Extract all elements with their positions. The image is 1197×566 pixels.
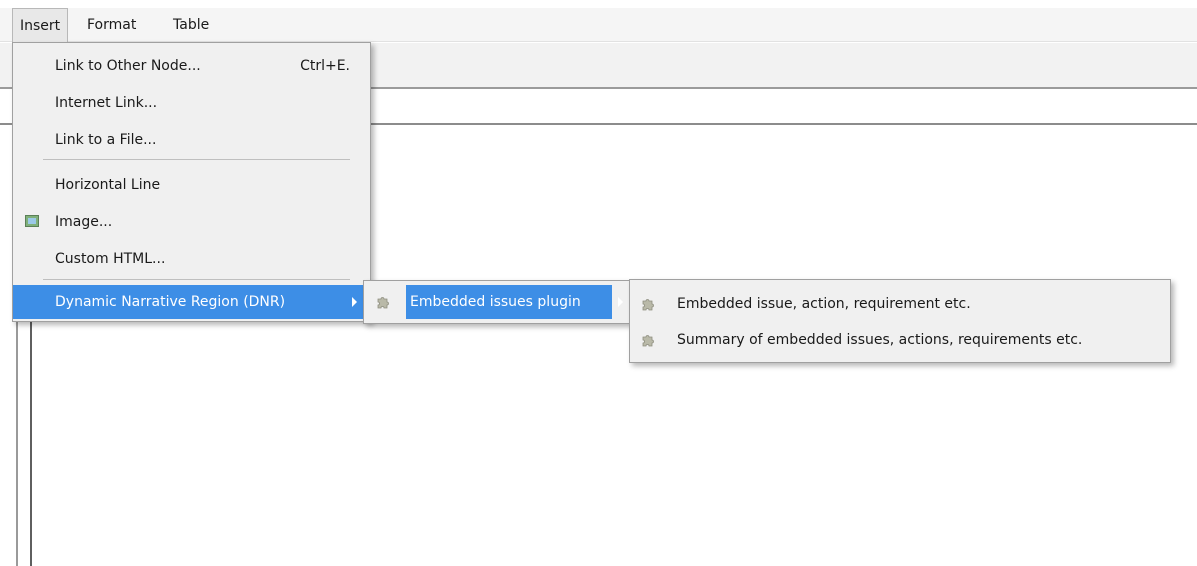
puzzle-icon bbox=[642, 335, 654, 347]
menu-item-embedded-issues-plugin[interactable]: Embedded issues plugin bbox=[364, 285, 630, 319]
menu-separator bbox=[43, 159, 350, 160]
menu-item-internet-link[interactable]: Internet Link... bbox=[13, 85, 370, 122]
menu-item-link-to-other-node[interactable]: Link to Other Node... Ctrl+E. bbox=[13, 48, 370, 85]
image-icon bbox=[25, 215, 39, 227]
menu-table[interactable]: Table bbox=[166, 8, 216, 42]
menu-item-shortcut: Ctrl+E. bbox=[300, 58, 350, 74]
insert-menu: Link to Other Node... Ctrl+E. Internet L… bbox=[12, 42, 371, 322]
puzzle-icon bbox=[642, 299, 654, 311]
menu-item-label: Custom HTML... bbox=[55, 251, 166, 267]
menu-item-label: Dynamic Narrative Region (DNR) bbox=[55, 294, 286, 310]
menu-format[interactable]: Format bbox=[80, 8, 143, 42]
puzzle-icon bbox=[377, 297, 389, 309]
menu-item-label: Image... bbox=[55, 214, 113, 230]
menu-item-label: Link to a File... bbox=[55, 132, 157, 148]
menu-item-horizontal-line[interactable]: Horizontal Line bbox=[13, 167, 370, 204]
menu-item-image[interactable]: Image... bbox=[13, 204, 370, 241]
submenu-arrow-icon bbox=[352, 297, 357, 307]
dnr-submenu: Embedded issues plugin bbox=[363, 280, 631, 324]
menu-item-summary-embedded-issues[interactable]: Summary of embedded issues, actions, req… bbox=[630, 322, 1170, 359]
menu-item-link-to-file[interactable]: Link to a File... bbox=[13, 122, 370, 159]
submenu-arrow-icon bbox=[618, 297, 623, 307]
menu-item-label: Link to Other Node... bbox=[55, 58, 201, 74]
menu-item-dnr[interactable]: Dynamic Narrative Region (DNR) bbox=[13, 285, 370, 319]
menu-item-label: Summary of embedded issues, actions, req… bbox=[677, 332, 1083, 348]
menu-item-embedded-issue[interactable]: Embedded issue, action, requirement etc. bbox=[630, 286, 1170, 323]
menu-item-label: Embedded issue, action, requirement etc. bbox=[677, 296, 971, 312]
menu-item-label: Internet Link... bbox=[55, 95, 158, 111]
menu-item-custom-html[interactable]: Custom HTML... bbox=[13, 241, 370, 278]
menu-item-label: Embedded issues plugin bbox=[410, 294, 581, 310]
menu-separator bbox=[43, 279, 350, 280]
menubar: Insert Format Table bbox=[0, 8, 1197, 42]
menu-insert[interactable]: Insert bbox=[12, 8, 69, 42]
plugin-submenu: Embedded issue, action, requirement etc.… bbox=[629, 279, 1171, 363]
menu-item-label: Horizontal Line bbox=[55, 177, 161, 193]
